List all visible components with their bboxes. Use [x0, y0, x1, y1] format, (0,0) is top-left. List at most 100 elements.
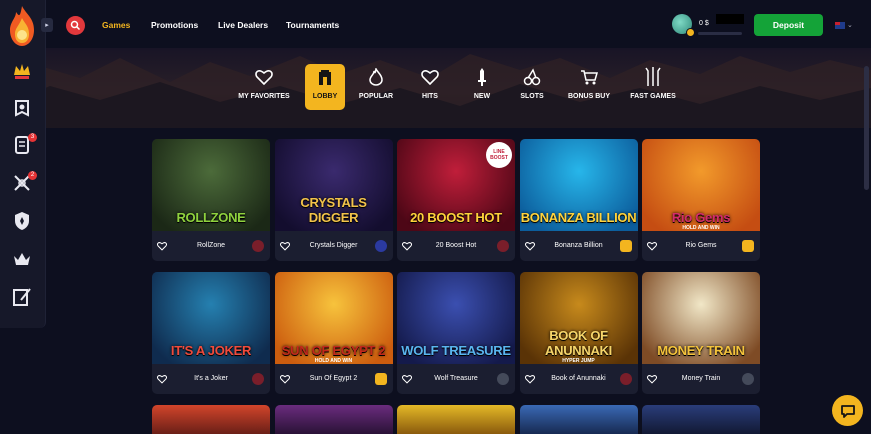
game-thumbnail[interactable]: Rio Gems HOLD AND WIN: [642, 139, 760, 231]
search-button[interactable]: [66, 16, 85, 35]
heart-icon: [421, 70, 439, 85]
shield-icon[interactable]: [11, 210, 33, 232]
category-label: HITS: [422, 93, 438, 100]
category-label: SLOTS: [520, 93, 544, 100]
nav-tournaments[interactable]: Tournaments: [286, 20, 339, 30]
game-name: Wolf Treasure: [434, 375, 478, 382]
game-art-title: Rio Gems: [671, 210, 731, 225]
game-thumbnail[interactable]: BONANZA BILLION: [519, 139, 638, 231]
cherry-icon: [523, 68, 541, 86]
category-fast-games[interactable]: FAST GAMES: [627, 64, 679, 110]
favorite-heart-icon[interactable]: [524, 241, 535, 251]
game-art-title: WOLF TREASURE: [401, 343, 511, 358]
bonus-crown-icon[interactable]: [11, 60, 33, 82]
category-label: MY FAVORITES: [238, 93, 290, 100]
game-card[interactable]: WOLF TREASURE Wolf Treasure: [397, 272, 515, 394]
favorite-heart-icon[interactable]: [524, 374, 535, 384]
nav-promotions[interactable]: Promotions: [151, 20, 198, 30]
swords-badge: 2: [28, 171, 37, 180]
game-thumbnail[interactable]: WOLF TREASURE: [397, 272, 515, 364]
game-name: Crystals Digger: [309, 242, 358, 249]
page-scrollbar[interactable]: [864, 66, 869, 190]
category-popular[interactable]: POPULAR: [356, 64, 396, 110]
game-art-title: 20 BOOST HOT: [410, 210, 502, 225]
nav-live-dealers[interactable]: Live Dealers: [218, 20, 268, 30]
game-card-footer: Book of Anunnaki: [520, 364, 638, 394]
game-name: Rio Gems: [685, 242, 717, 249]
sword-icon: [478, 68, 486, 86]
game-card[interactable]: Rio Gems HOLD AND WIN Rio Gems: [642, 139, 760, 261]
provider-icon: [252, 240, 264, 252]
favorite-heart-icon[interactable]: [647, 374, 657, 384]
game-thumbnail[interactable]: IT'S A JOKER: [152, 272, 270, 364]
heart-icon: [255, 70, 273, 85]
category-bonus-buy[interactable]: BONUS BUY: [564, 64, 614, 110]
game-card-partial[interactable]: [642, 405, 760, 434]
game-card[interactable]: IT'S A JOKER It's a Joker: [152, 272, 270, 394]
book-pen-icon[interactable]: [11, 286, 33, 308]
game-thumbnail[interactable]: ROLLZONE: [152, 139, 270, 231]
provider-icon: [619, 373, 632, 385]
game-card[interactable]: MONEY TRAIN Money Train: [642, 272, 760, 394]
game-thumbnail[interactable]: MONEY TRAIN: [642, 272, 760, 364]
game-card[interactable]: SUN OF EGYPT 2 HOLD AND WIN Sun Of Egypt 2: [274, 272, 393, 394]
game-tag-badge: LINE BOOST: [486, 142, 512, 168]
game-card[interactable]: ROLLZONE RollZone: [152, 139, 270, 261]
game-art-title: MONEY TRAIN: [657, 343, 745, 358]
game-card-footer: Money Train: [642, 364, 760, 394]
top-bar: Games Promotions Live Dealers Tournament…: [46, 0, 871, 48]
game-card-partial[interactable]: [397, 405, 515, 434]
search-icon: [70, 20, 81, 31]
game-card[interactable]: 20 BOOST HOT LINE BOOST 20 Boost Hot: [397, 139, 515, 261]
deposit-button[interactable]: Deposit: [754, 14, 823, 36]
provider-icon: [252, 373, 264, 385]
game-thumbnail[interactable]: CRYSTALS DIGGER: [274, 139, 393, 231]
game-art-title: SUN OF EGYPT 2: [281, 343, 386, 358]
category-lobby[interactable]: LOBBY: [305, 64, 345, 110]
game-thumbnail[interactable]: SUN OF EGYPT 2 HOLD AND WIN: [274, 272, 393, 364]
game-name: Bonanza Billion: [554, 242, 603, 249]
game-art-title: BONANZA BILLION: [520, 210, 637, 225]
game-name: Sun Of Egypt 2: [309, 375, 358, 382]
game-card-partial[interactable]: [152, 405, 270, 434]
category-slots[interactable]: SLOTS: [512, 64, 552, 110]
redacted-username: [716, 14, 744, 24]
game-card[interactable]: BONANZA BILLION Bonanza Billion: [519, 139, 638, 261]
category-my-favorites[interactable]: MY FAVORITES: [238, 64, 290, 110]
game-thumbnail[interactable]: BOOK OF ANUNNAKI HYPER JUMP: [519, 272, 638, 364]
game-card[interactable]: CRYSTALS DIGGER Crystals Digger: [274, 139, 393, 261]
logo-flame-icon[interactable]: [4, 4, 40, 48]
left-sidebar: ▸ 3 2: [0, 0, 53, 328]
game-card-partial[interactable]: [275, 405, 393, 434]
category-bar: MY FAVORITES LOBBY POPULAR HITS NEW SLOT…: [234, 64, 684, 110]
cart-icon: [581, 70, 598, 85]
game-art-title: BOOK OF ANUNNAKI: [545, 328, 612, 358]
favorite-heart-icon[interactable]: [647, 241, 657, 251]
game-card-footer: Bonanza Billion: [520, 231, 638, 261]
provider-icon: [497, 373, 509, 385]
game-thumbnail[interactable]: 20 BOOST HOT LINE BOOST: [397, 139, 515, 231]
nav-games[interactable]: Games: [102, 20, 130, 30]
favorite-heart-icon[interactable]: [157, 241, 167, 251]
favorite-heart-icon[interactable]: [157, 374, 167, 384]
favorite-heart-icon[interactable]: [279, 374, 290, 384]
category-new[interactable]: NEW: [462, 64, 502, 110]
game-name: Money Train: [681, 375, 721, 382]
language-selector[interactable]: ⌄: [835, 20, 855, 30]
category-hits[interactable]: HITS: [410, 64, 450, 110]
favorite-heart-icon[interactable]: [279, 241, 290, 251]
game-card-partial[interactable]: [520, 405, 638, 434]
favorite-heart-icon[interactable]: [402, 241, 412, 251]
level-progress-bar: [698, 32, 742, 35]
game-card[interactable]: BOOK OF ANUNNAKI HYPER JUMP Book of Anunna…: [519, 272, 638, 394]
shield-banner-icon[interactable]: [11, 98, 33, 120]
provider-icon: [497, 240, 509, 252]
game-name: 20 Boost Hot: [435, 242, 477, 249]
favorite-heart-icon[interactable]: [402, 374, 412, 384]
provider-icon: [374, 373, 387, 385]
crown-icon[interactable]: [11, 248, 33, 270]
chat-button[interactable]: [832, 395, 863, 426]
level-badge: [686, 28, 695, 37]
game-art-title: CRYSTALS DIGGER: [300, 195, 367, 225]
game-card-footer: 20 Boost Hot: [397, 231, 515, 261]
